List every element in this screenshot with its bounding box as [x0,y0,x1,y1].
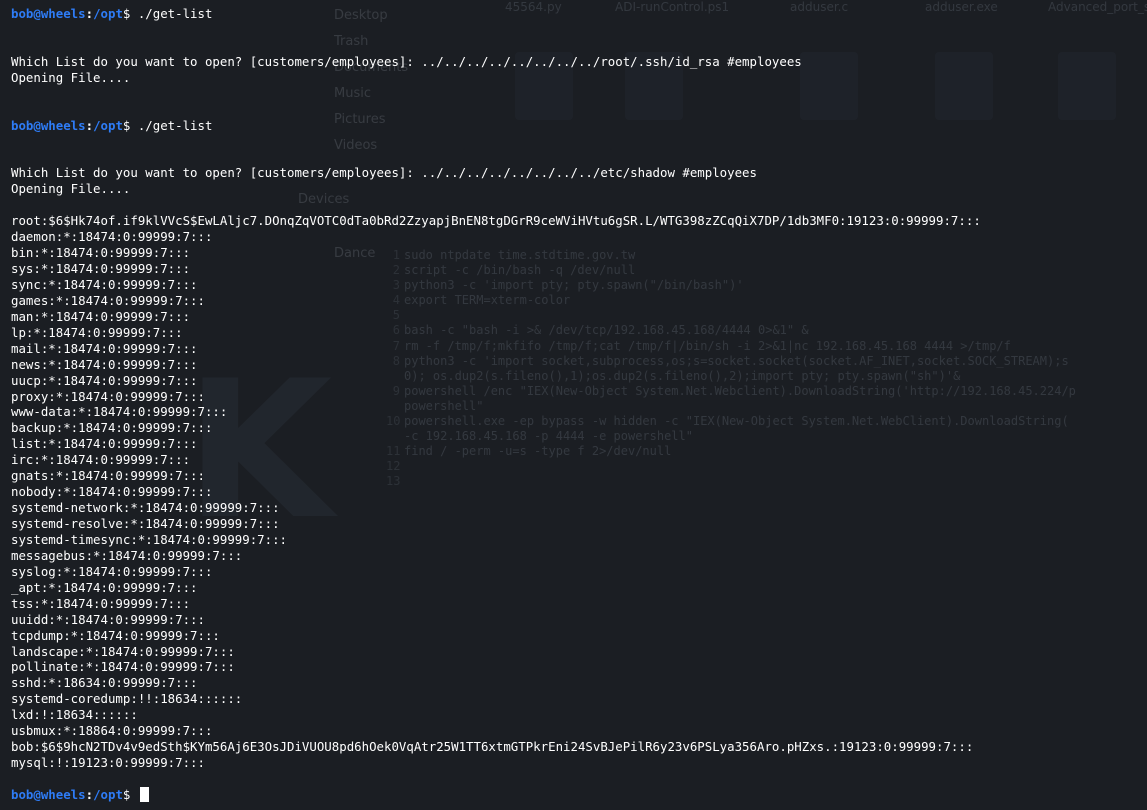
output-line: irc:*:18474:0:99999:7::: [11,452,191,468]
output-line: syslog:*:18474:0:99999:7::: [11,563,213,579]
output-line: daemon:*:18474:0:99999:7::: [11,229,213,245]
output-line: lp:*:18474:0:99999:7::: [11,324,183,340]
prompt-user-host: bob@wheels [11,117,86,133]
output-line: tcpdump:*:18474:0:99999:7::: [11,627,220,643]
output-line: root:$6$Hk74of.if9klVVcS$EwLAljc7.DOnqZq… [11,213,981,229]
output-line: list:*:18474:0:99999:7::: [11,436,198,452]
output-line: pollinate:*:18474:0:99999:7::: [11,659,235,675]
output-line: sync:*:18474:0:99999:7::: [11,276,198,292]
prompt-line: bob@wheels:/opt$ ./get-list [11,6,1141,22]
output-line: sys:*:18474:0:99999:7::: [11,261,191,276]
output-line: Which List do you want to open? [custome… [11,53,802,69]
output-line: www-data:*:18474:0:99999:7::: [11,404,228,420]
terminal-output[interactable]: bob@wheels:/opt$ ./get-list Which List do… [11,6,1141,803]
output-line: man:*:18474:0:99999:7::: [11,308,191,324]
output-line: sshd:*:18634:0:99999:7::: [11,675,198,691]
output-line: proxy:*:18474:0:99999:7::: [11,388,205,404]
prompt-separator: : [85,117,94,133]
output-line: news:*:18474:0:99999:7::: [11,356,198,372]
output-line: mysql:!:19123:0:99999:7::: [11,755,205,771]
output-line: systemd-network:*:18474:0:99999:7::: [11,500,280,516]
output-line: landscape:*:18474:0:99999:7::: [11,643,235,659]
prompt-separator: : [85,6,94,21]
command-text: ./get-list [137,6,213,21]
output-line: systemd-coredump:!!:18634:::::: [11,691,243,707]
output-line: nobody:*:18474:0:99999:7::: [11,484,213,500]
output-line: usbmux:*:18864:0:99999:7::: [11,723,213,739]
output-line: gnats:*:18474:0:99999:7::: [11,468,205,484]
output-line: backup:*:18474:0:99999:7::: [11,420,213,436]
output-line: lxd:!:18634:::::: [11,707,138,723]
prompt-user-host: bob@wheels [11,786,86,802]
prompt-separator: : [85,786,94,802]
output-line: Which List do you want to open? [custome… [11,165,757,181]
prompt-dollar: $ [122,117,138,133]
prompt-path: /opt [93,786,123,802]
prompt-dollar: $ [122,6,138,21]
prompt-line: bob@wheels:/opt$ [11,786,1141,803]
output-line: _apt:*:18474:0:99999:7::: [11,579,198,595]
prompt-user-host: bob@wheels [11,6,86,21]
output-line: mail:*:18474:0:99999:7::: [11,340,198,356]
terminal-cursor[interactable] [139,786,149,802]
prompt-dollar: $ [122,786,138,802]
output-line: systemd-resolve:*:18474:0:99999:7::: [11,516,280,531]
output-line: games:*:18474:0:99999:7::: [11,292,205,308]
output-line: uucp:*:18474:0:99999:7::: [11,372,198,388]
output-line: bin:*:18474:0:99999:7::: [11,245,191,261]
output-line: messagebus:*:18474:0:99999:7::: [11,547,243,563]
prompt-path: /opt [93,6,123,21]
prompt-path: /opt [93,117,123,133]
output-line: systemd-timesync:*:18474:0:99999:7::: [11,531,288,547]
output-line: bob:$6$9hcN2TDv4v9edSth$KYm56Aj6E3OsJDiV… [11,739,974,755]
output-line: tss:*:18474:0:99999:7::: [11,595,191,611]
prompt-line: bob@wheels:/opt$ ./get-list [11,118,1141,134]
output-line: uuidd:*:18474:0:99999:7::: [11,611,205,627]
output-line: Opening File.... [11,69,131,85]
output-line: Opening File.... [11,181,131,197]
command-text: ./get-list [137,117,213,133]
